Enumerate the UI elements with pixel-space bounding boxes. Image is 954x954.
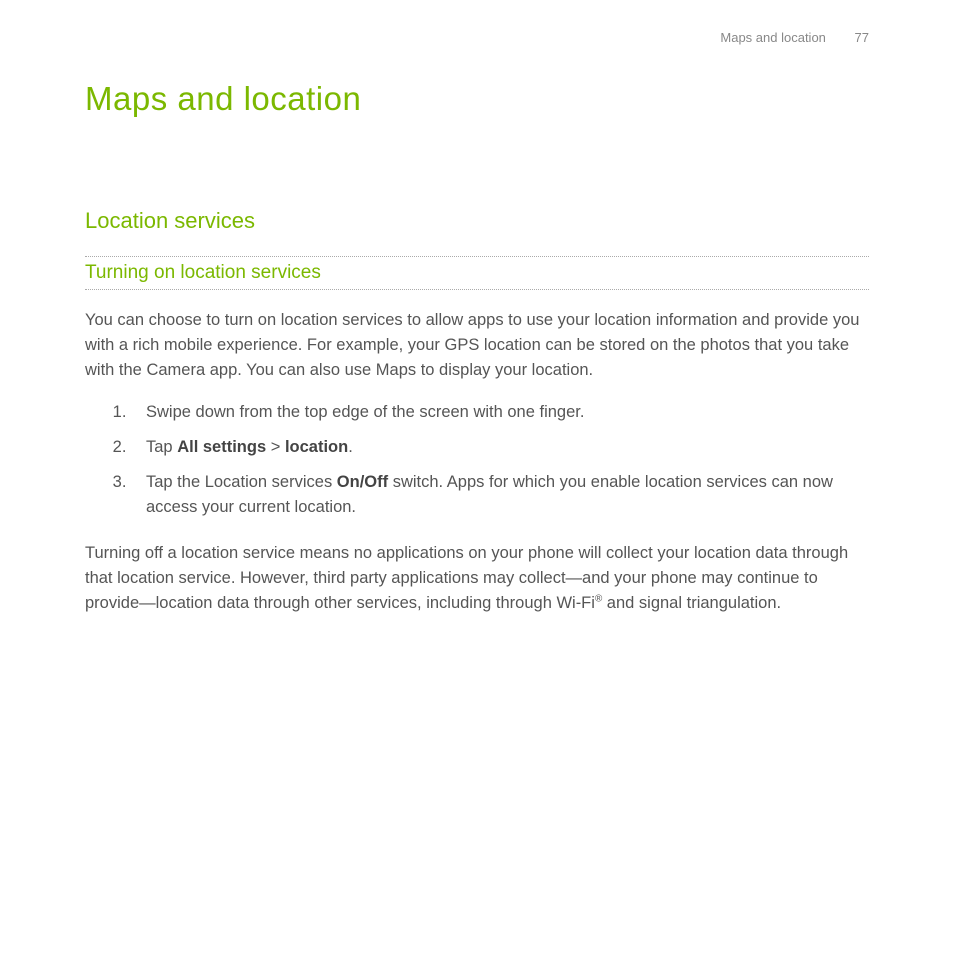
section-heading: Location services xyxy=(85,208,869,234)
step-item: Swipe down from the top edge of the scre… xyxy=(131,400,869,425)
page-title: Maps and location xyxy=(85,80,869,118)
header-page-number: 77 xyxy=(855,30,869,45)
intro-paragraph: You can choose to turn on location servi… xyxy=(85,308,869,382)
document-page: Maps and location 77 Maps and location L… xyxy=(0,0,954,684)
page-header: Maps and location 77 xyxy=(85,30,869,45)
outro-paragraph: Turning off a location service means no … xyxy=(85,541,869,615)
subsection-heading: Turning on location services xyxy=(85,256,869,290)
step-item: Tap All settings > location. xyxy=(131,435,869,460)
steps-list: Swipe down from the top edge of the scre… xyxy=(85,400,869,519)
step-item: Tap the Location services On/Off switch.… xyxy=(131,470,869,520)
header-section: Maps and location xyxy=(720,30,826,45)
